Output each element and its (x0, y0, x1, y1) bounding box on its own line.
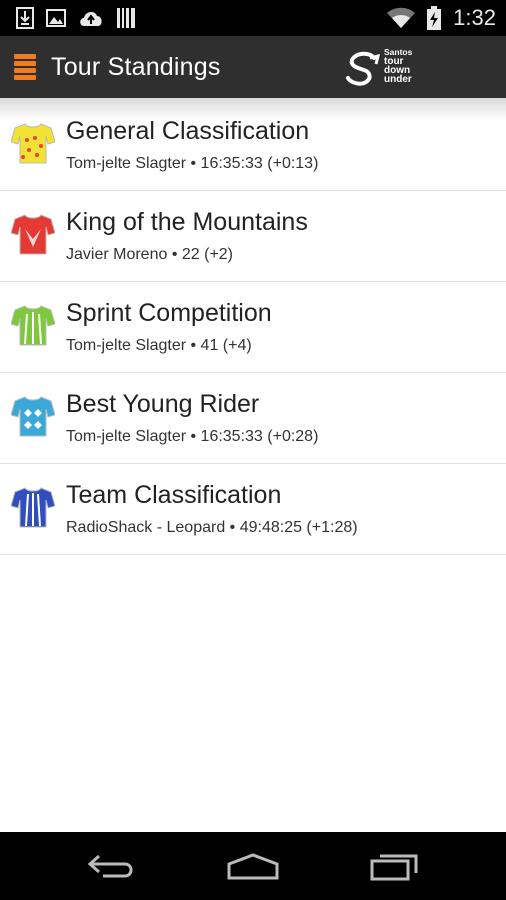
image-icon (46, 9, 66, 27)
home-button[interactable] (223, 846, 283, 886)
recent-apps-button[interactable] (365, 846, 425, 886)
blue-jersey-icon (11, 396, 55, 437)
cloud-upload-icon (80, 12, 102, 26)
wifi-icon (387, 7, 416, 28)
item-detail: Tom-jelte Slagter • 16:35:33 (+0:13) (66, 155, 319, 172)
action-bar: Tour Standings Santos tour down under (0, 36, 506, 98)
page-title: Tour Standings (51, 52, 221, 81)
logo-text: Santos tour down under (384, 48, 412, 84)
green-jersey-icon (11, 305, 55, 346)
standings-list: General Classification Tom-jelte Slagter… (0, 100, 506, 555)
item-detail: Tom-jelte Slagter • 41 (+4) (66, 337, 252, 354)
logo-line-4: under (384, 73, 412, 85)
navigation-bar (0, 832, 506, 900)
back-button[interactable] (81, 846, 141, 886)
item-detail: RadioShack - Leopard • 49:48:25 (+1:28) (66, 519, 358, 536)
notification-icons (16, 7, 136, 29)
list-item-team-classification[interactable]: Team Classification RadioShack - Leopard… (0, 464, 506, 555)
system-icons: 1:32 (387, 5, 496, 31)
download-icon (16, 7, 34, 29)
navy-jersey-icon (11, 487, 55, 528)
item-detail: Javier Moreno • 22 (+2) (66, 246, 234, 263)
item-title: Best Young Rider (66, 390, 260, 418)
item-title: General Classification (66, 117, 310, 145)
tour-down-under-logo: Santos tour down under (344, 46, 420, 88)
list-item-king-of-the-mountains[interactable]: King of the Mountains Javier Moreno • 22… (0, 191, 506, 282)
logo-swoosh-icon (346, 51, 381, 86)
red-jersey-icon (11, 214, 55, 255)
battery-charging-icon (427, 6, 442, 30)
clock: 1:32 (453, 5, 496, 30)
home-icon (227, 853, 279, 880)
barcode-icon (117, 8, 135, 28)
drawer-menu-icon[interactable] (14, 54, 36, 80)
item-detail: Tom-jelte Slagter • 16:35:33 (+0:28) (66, 428, 319, 445)
back-icon (87, 854, 133, 878)
yellow-jersey-icon (11, 123, 55, 164)
recent-apps-icon (370, 854, 418, 881)
status-bar: 1:32 (0, 0, 506, 36)
list-item-general-classification[interactable]: General Classification Tom-jelte Slagter… (0, 100, 506, 191)
item-title: King of the Mountains (66, 208, 308, 236)
item-title: Sprint Competition (66, 299, 272, 327)
list-item-sprint-competition[interactable]: Sprint Competition Tom-jelte Slagter • 4… (0, 282, 506, 373)
list-item-best-young-rider[interactable]: Best Young Rider Tom-jelte Slagter • 16:… (0, 373, 506, 464)
item-title: Team Classification (66, 481, 282, 509)
